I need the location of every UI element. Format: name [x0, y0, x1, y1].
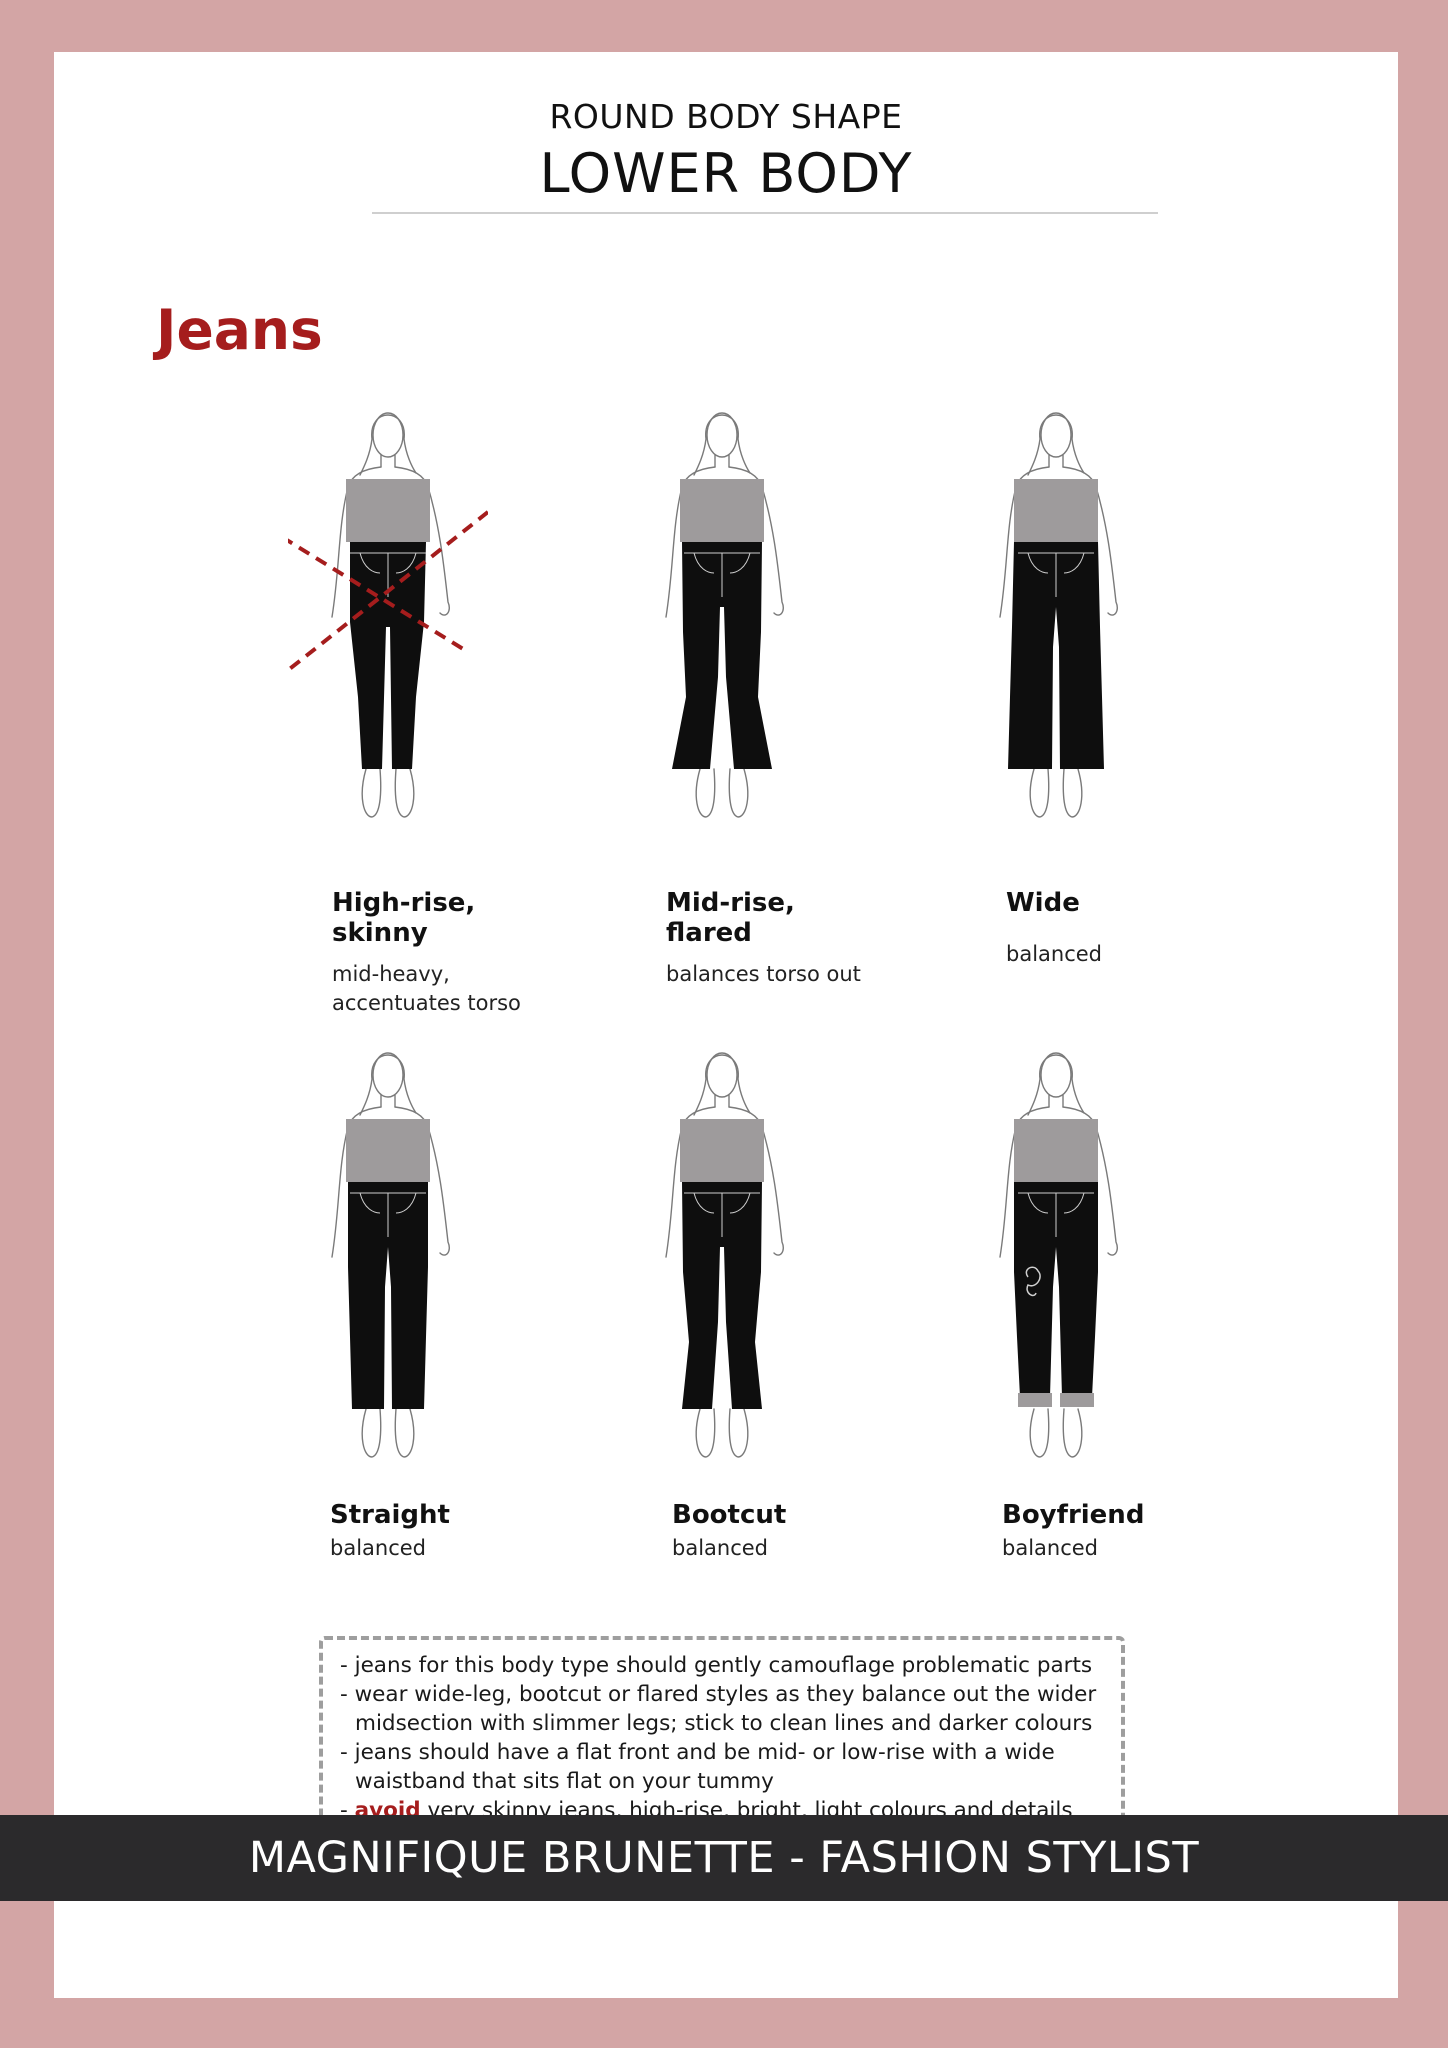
- feet-outline: [1029, 768, 1083, 818]
- head-outline: [1040, 412, 1072, 458]
- head-outline: [372, 1052, 404, 1098]
- top-garment: [346, 479, 430, 542]
- tip-line: midsection with slimmer legs; stick to c…: [355, 1711, 1093, 1736]
- style-description: balances torso out: [666, 962, 861, 986]
- figure-straight: [331, 1052, 450, 1458]
- style-title: Mid-rise, flared: [666, 888, 795, 948]
- top-garment: [346, 1119, 430, 1182]
- figure-boyfriend: [999, 1052, 1118, 1458]
- document-page: ROUND BODY SHAPE LOWER BODY Jeans High-r…: [54, 52, 1398, 1998]
- style-description: balanced: [1002, 1536, 1099, 1560]
- figure-wide: [999, 412, 1118, 818]
- caption-bootcut: Bootcut balanced: [672, 1500, 932, 1563]
- top-garment: [680, 479, 764, 542]
- caption-boyfriend: Boyfriend balanced: [1002, 1500, 1262, 1563]
- style-title: Wide: [1006, 888, 1080, 918]
- caption-mid-rise-flared: Mid-rise, flared balances torso out: [666, 888, 926, 989]
- caption-wide: Wide balanced: [1006, 888, 1266, 969]
- hair-outline: [1027, 414, 1085, 476]
- style-description: mid-heavy, accentuates torso: [332, 962, 521, 1015]
- top-garment: [1014, 1119, 1098, 1182]
- feet-outline: [695, 1408, 749, 1458]
- figure-high-rise-skinny: [288, 412, 488, 818]
- hair-outline: [693, 1054, 751, 1116]
- feet-outline: [361, 1408, 415, 1458]
- hair-outline: [1027, 1054, 1085, 1116]
- tip-line: waistband that sits flat on your tummy: [355, 1769, 774, 1794]
- head-outline: [372, 412, 404, 458]
- cuff-right: [1060, 1393, 1094, 1407]
- style-description: balanced: [1006, 942, 1103, 966]
- figure-mid-rise-flared: [665, 412, 784, 818]
- figure-bootcut: [665, 1052, 784, 1458]
- style-title: High-rise, skinny: [332, 888, 476, 948]
- header-divider: [372, 212, 1158, 214]
- hair-outline: [359, 414, 417, 476]
- cuff-left: [1018, 1393, 1052, 1407]
- header-subtitle: ROUND BODY SHAPE: [549, 97, 903, 136]
- top-garment: [1014, 479, 1098, 542]
- style-title: Boyfriend: [1002, 1500, 1145, 1530]
- style-title: Straight: [330, 1500, 450, 1530]
- caption-straight: Straight balanced: [330, 1500, 590, 1563]
- page-title: LOWER BODY: [539, 142, 913, 205]
- section-title-jeans: Jeans: [156, 298, 323, 362]
- tip-line: - jeans should have a flat front and be …: [340, 1740, 1055, 1765]
- feet-outline: [1029, 1408, 1083, 1458]
- footer-banner: MAGNIFIQUE BRUNETTE - FASHION STYLIST: [0, 1815, 1448, 1901]
- style-description: balanced: [672, 1536, 769, 1560]
- tip-line: - wear wide-leg, bootcut or flared style…: [340, 1682, 1097, 1707]
- feet-outline: [695, 768, 749, 818]
- feet-outline: [361, 768, 415, 818]
- head-outline: [1040, 1052, 1072, 1098]
- caption-high-rise-skinny: High-rise, skinny mid-heavy, accentuates…: [332, 888, 592, 1018]
- top-garment: [680, 1119, 764, 1182]
- style-description: balanced: [330, 1536, 427, 1560]
- tips-box: - jeans for this body type should gently…: [319, 1636, 1125, 1831]
- tip-line: - jeans for this body type should gently…: [340, 1653, 1093, 1678]
- hair-outline: [693, 414, 751, 476]
- head-outline: [706, 1052, 738, 1098]
- head-outline: [706, 412, 738, 458]
- style-title: Bootcut: [672, 1500, 787, 1530]
- hair-outline: [359, 1054, 417, 1116]
